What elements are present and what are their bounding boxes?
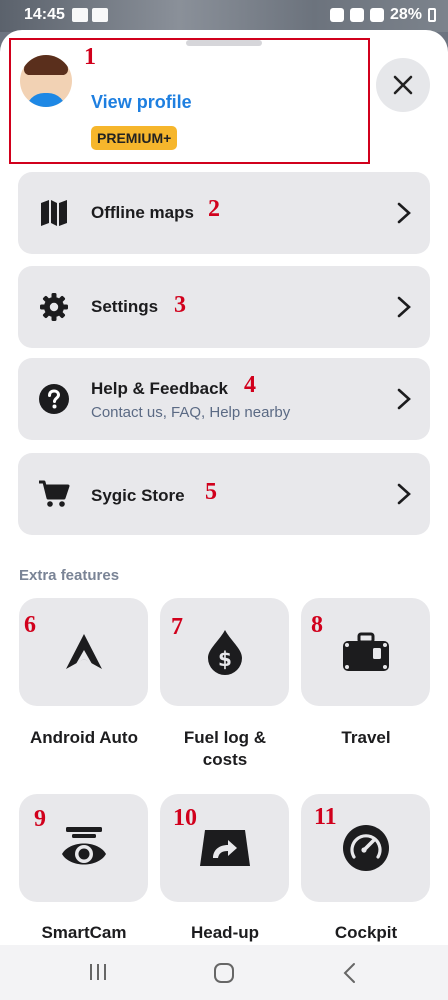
suitcase-icon [342, 632, 389, 671]
annotation-number: 9 [34, 806, 46, 832]
head-up-icon [199, 830, 250, 866]
image-icon [92, 8, 108, 22]
avatar-hair [24, 55, 68, 75]
status-notification-icons [72, 8, 108, 22]
close-icon [393, 75, 413, 95]
android-auto-icon [65, 634, 102, 669]
mute-icon [329, 8, 344, 22]
annotation-number: 11 [314, 804, 337, 830]
menu-item-offline-maps[interactable]: Offline maps [18, 172, 430, 254]
menu-item-help-feedback[interactable]: Help & Feedback Contact us, FAQ, Help ne… [18, 358, 430, 440]
avatar-shirt [26, 93, 66, 107]
annotation-number: 4 [244, 372, 256, 398]
menu-sheet: View profile PREMIUM+ Offline maps Setti… [0, 30, 448, 945]
feature-tile-label: Android Auto [30, 728, 138, 747]
extra-features-title: Extra features [19, 567, 120, 584]
premium-badge: PREMIUM+ [91, 126, 178, 150]
gear-icon [38, 291, 70, 323]
feature-tile-label: Head-up [191, 923, 259, 942]
help-icon [38, 383, 70, 415]
menu-item-label: Settings [91, 297, 159, 316]
wifi-icon [369, 8, 384, 22]
back-icon[interactable] [342, 962, 358, 984]
view-profile-link[interactable]: View profile [91, 92, 192, 113]
battery-percent: 28% [389, 6, 422, 23]
home-icon[interactable] [213, 962, 235, 984]
menu-item-sygic-store[interactable]: Sygic Store [18, 453, 430, 535]
status-time: 14:45 [24, 6, 65, 23]
avatar[interactable] [20, 55, 72, 107]
annotation-number: 1 [84, 44, 96, 70]
status-bar: 14:45 28% [0, 0, 448, 32]
annotation-number: 3 [174, 292, 186, 318]
recent-apps-icon[interactable] [88, 962, 108, 982]
annotation-number: 7 [171, 614, 183, 640]
menu-item-label: Sygic Store [91, 486, 185, 505]
location-icon [349, 8, 364, 22]
chevron-right-icon [397, 388, 411, 410]
annotation-number: 2 [208, 196, 220, 222]
feature-tile-label: SmartCam [41, 923, 127, 942]
fuel-drop-icon: $ [207, 630, 242, 675]
feature-tile-label: Fuel log & costs [183, 728, 267, 769]
feature-tile-android-auto[interactable] [19, 598, 148, 706]
annotation-number: 8 [311, 612, 323, 638]
feature-tile-label: Cockpit [334, 923, 398, 942]
menu-item-settings[interactable]: Settings [18, 266, 430, 348]
annotation-number: 6 [24, 612, 36, 638]
smartcam-icon [61, 827, 106, 865]
chevron-right-icon [397, 202, 411, 224]
menu-item-label: Help & Feedback [91, 379, 228, 398]
menu-item-sublabel: Contact us, FAQ, Help nearby [91, 404, 291, 421]
annotation-number: 5 [205, 479, 217, 505]
feature-tile-label: Travel [341, 728, 391, 747]
chevron-right-icon [397, 483, 411, 505]
status-right: 28% [329, 6, 436, 24]
cockpit-gauge-icon [342, 825, 389, 871]
menu-item-label: Offline maps [91, 203, 194, 222]
map-icon [38, 197, 70, 229]
close-button[interactable] [376, 58, 430, 112]
svg-text:$: $ [218, 647, 232, 671]
annotation-number: 10 [173, 805, 197, 831]
chevron-right-icon [397, 296, 411, 318]
system-navigation-bar [0, 945, 448, 1000]
cast-icon [72, 8, 88, 22]
battery-icon [428, 8, 436, 22]
cart-icon [38, 478, 70, 510]
